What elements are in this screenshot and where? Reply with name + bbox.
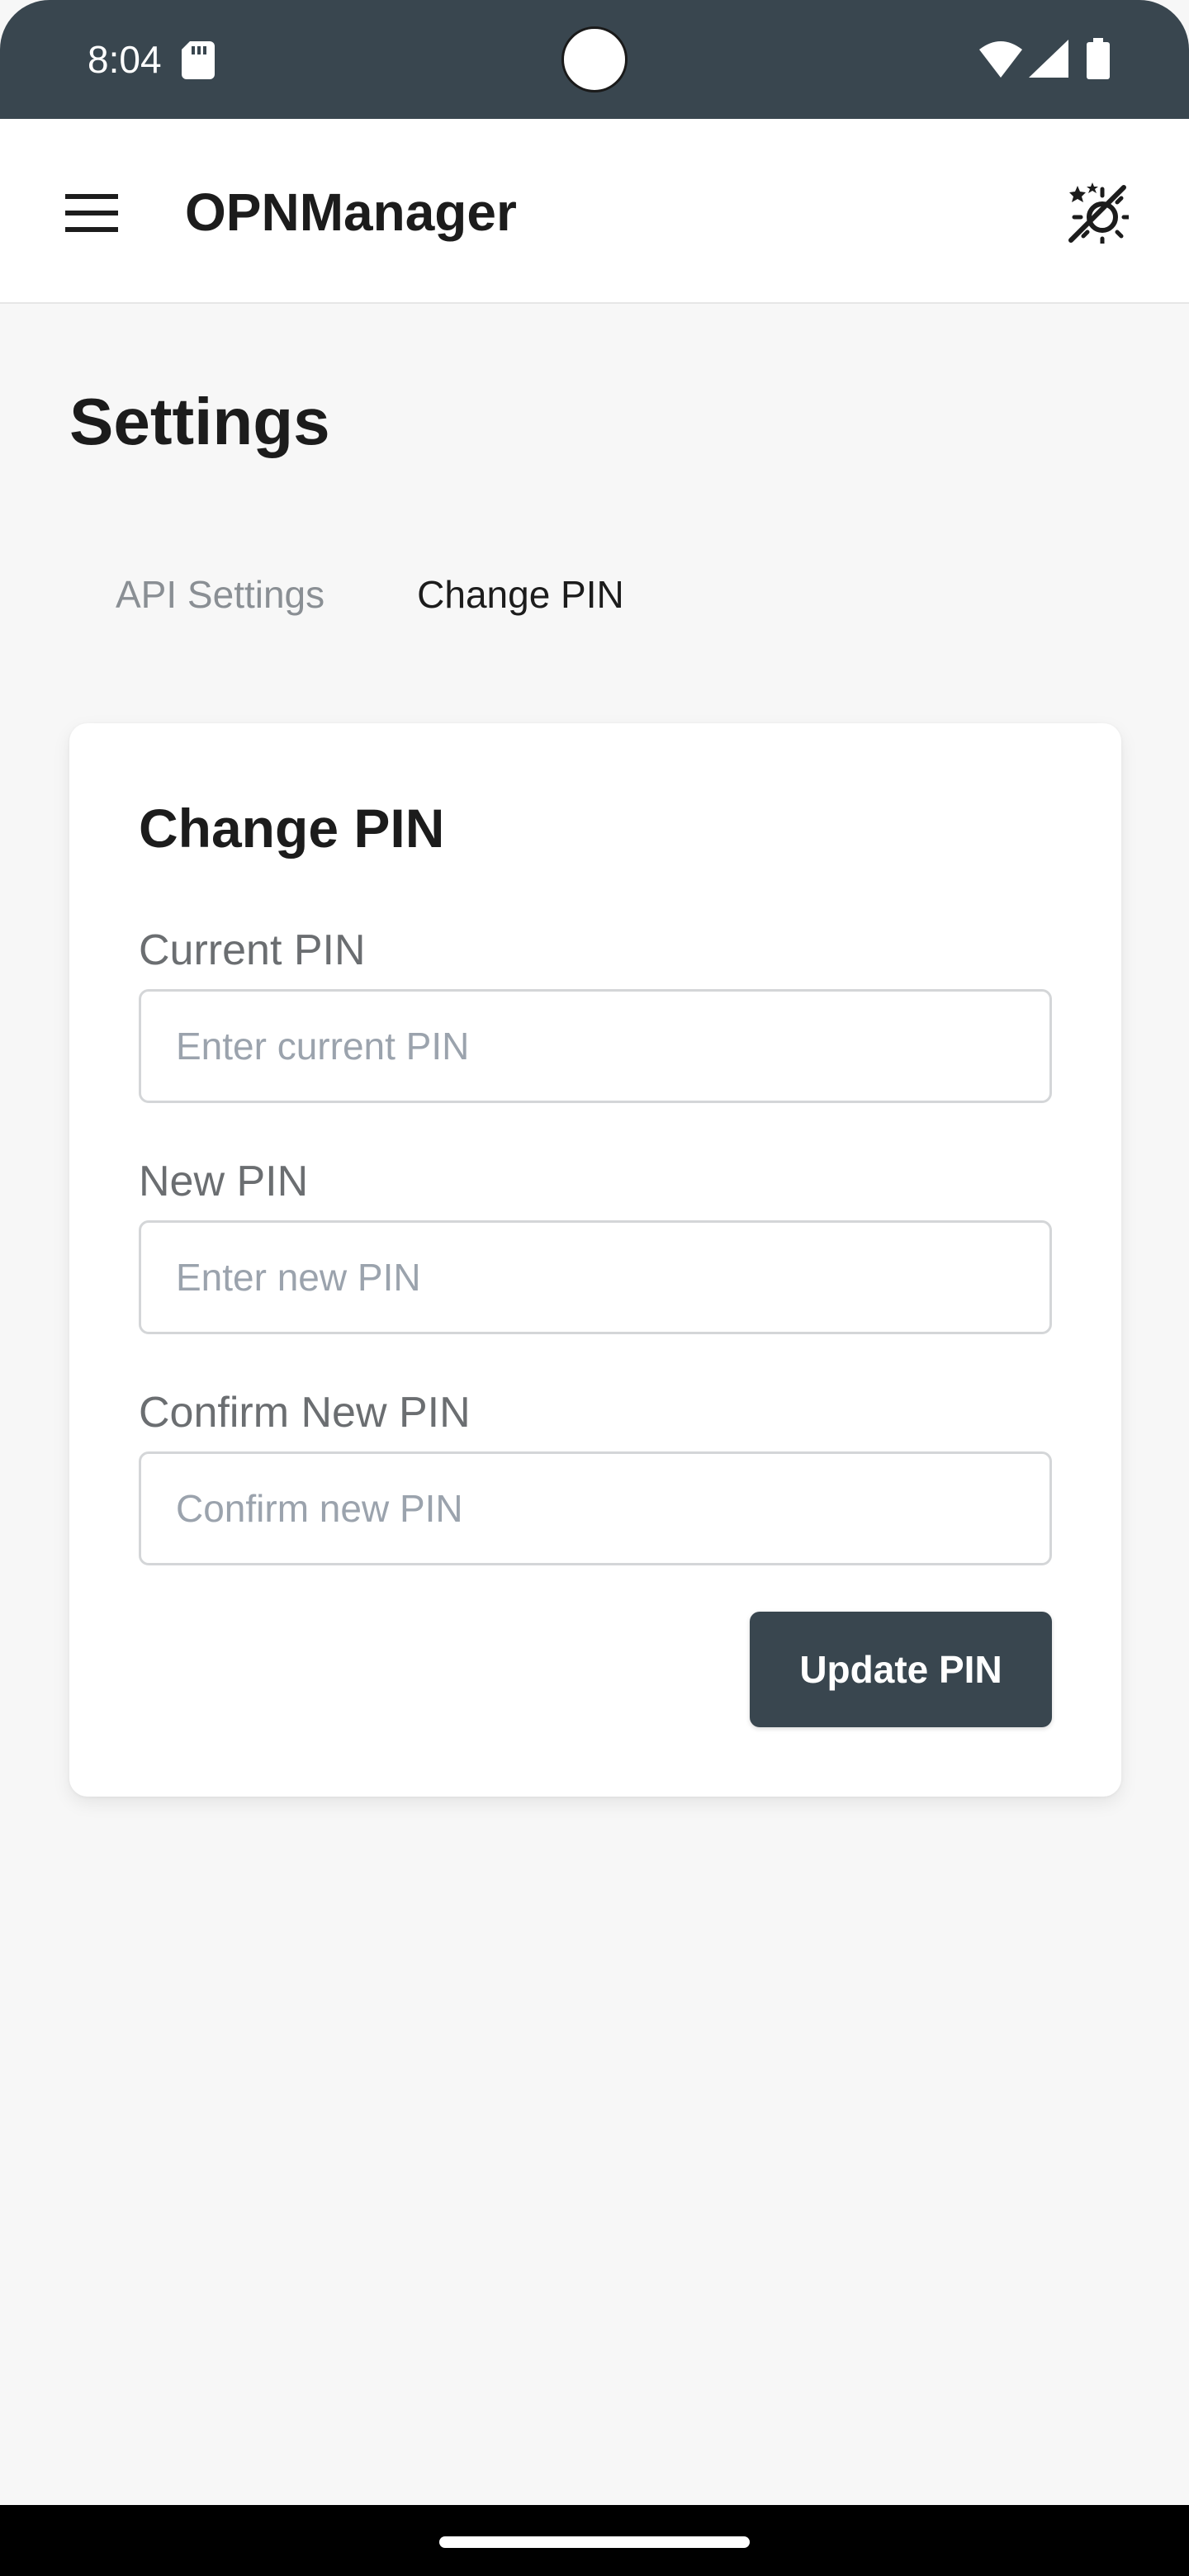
system-navigation-bar — [0, 2505, 1189, 2576]
home-gesture-handle[interactable] — [439, 2536, 750, 2548]
update-pin-button[interactable]: Update PIN — [750, 1612, 1052, 1727]
settings-tabs: API Settings Change PIN — [86, 561, 654, 627]
change-pin-card: Change PIN Current PIN New PIN Confirm N… — [69, 723, 1121, 1797]
app-bar: OPNManager — [0, 119, 1189, 304]
signal-icon — [1029, 40, 1068, 78]
current-pin-label: Current PIN — [139, 926, 366, 974]
current-pin-input[interactable] — [139, 989, 1052, 1103]
page-title: Settings — [69, 385, 330, 458]
theme-toggle-button[interactable] — [1060, 175, 1135, 249]
status-bar: 8:04 — [0, 0, 1189, 119]
sd-card-icon — [182, 41, 215, 79]
confirm-pin-input[interactable] — [139, 1451, 1052, 1565]
menu-button[interactable] — [54, 180, 129, 246]
new-pin-input[interactable] — [139, 1220, 1052, 1334]
new-pin-label: New PIN — [139, 1158, 309, 1205]
camera-cutout — [561, 26, 628, 92]
wifi-icon — [979, 41, 1022, 78]
tab-api-settings[interactable]: API Settings — [86, 561, 354, 627]
battery-icon — [1087, 38, 1110, 79]
app-title: OPNManager — [185, 182, 517, 242]
confirm-pin-label: Confirm New PIN — [139, 1389, 471, 1437]
card-title: Change PIN — [139, 798, 445, 859]
tab-change-pin[interactable]: Change PIN — [387, 561, 654, 627]
theme-toggle-icon — [1068, 182, 1129, 244]
hamburger-menu-icon — [65, 194, 118, 232]
status-time: 8:04 — [88, 38, 162, 81]
